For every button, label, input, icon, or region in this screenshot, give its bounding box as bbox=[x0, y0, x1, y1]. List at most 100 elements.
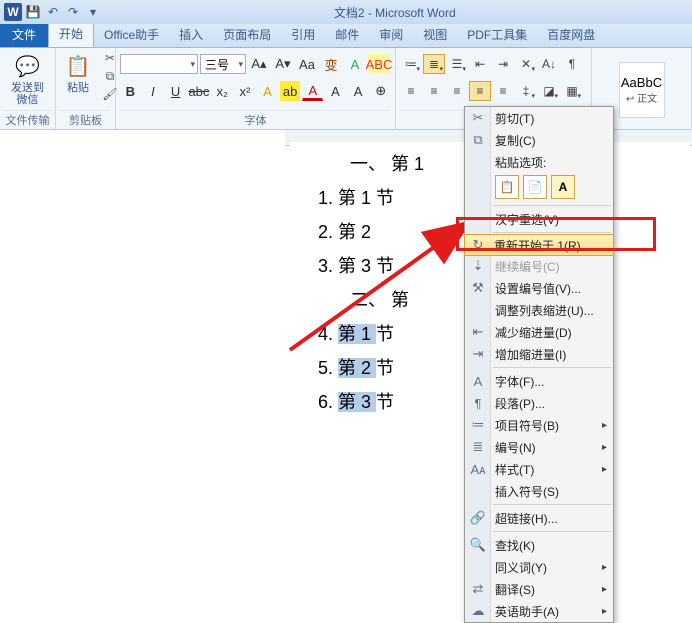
english-icon: ☁ bbox=[468, 603, 488, 619]
phonetic-icon[interactable]: 变 bbox=[320, 54, 342, 74]
ctx-cut[interactable]: ✂剪切(T) bbox=[465, 107, 613, 129]
ctx-translate[interactable]: ⇄翻译(S)▸ bbox=[465, 578, 613, 600]
decrease-indent-icon[interactable]: ⇤ bbox=[469, 54, 491, 74]
align-center-icon[interactable]: ≡ bbox=[423, 81, 445, 101]
text-highlight-icon[interactable]: ab bbox=[280, 81, 301, 101]
tab-baidu[interactable]: 百度网盘 bbox=[537, 22, 605, 47]
paste-keep-source-icon[interactable]: 📋 bbox=[495, 175, 519, 199]
styles-icon: Aᴀ bbox=[468, 462, 488, 477]
ctx-copy[interactable]: ⧉复制(C) bbox=[465, 129, 613, 151]
tab-file[interactable]: 文件 bbox=[0, 22, 48, 47]
ctx-english-helper[interactable]: ☁英语助手(A)▸ bbox=[465, 600, 613, 622]
underline-button[interactable]: U bbox=[165, 81, 186, 101]
tab-layout[interactable]: 页面布局 bbox=[213, 22, 281, 47]
increase-indent-icon[interactable]: ⇥ bbox=[492, 54, 514, 74]
group-wechat: 💬 发送到微信 文件传输 bbox=[0, 48, 56, 129]
numbering-icon[interactable]: ≣ bbox=[423, 54, 445, 74]
grow-font-icon[interactable]: A▴ bbox=[248, 54, 270, 74]
char-shading-icon[interactable]: A bbox=[325, 81, 346, 101]
group-clipboard-caption: 剪贴板 bbox=[60, 110, 111, 129]
highlight-icon[interactable]: ABC bbox=[368, 54, 390, 74]
borders-icon[interactable]: ▦ bbox=[561, 81, 583, 101]
save-icon[interactable]: 💾 bbox=[24, 3, 42, 21]
tab-references[interactable]: 引用 bbox=[281, 22, 325, 47]
paste-button[interactable]: 📋 粘贴 bbox=[60, 50, 96, 96]
strike-button[interactable]: abc bbox=[188, 81, 210, 101]
ctx-symbol[interactable]: 插入符号(S) bbox=[465, 480, 613, 502]
bullets-icon: ≔ bbox=[468, 417, 488, 433]
ctx-hanzi[interactable]: 汉字重选(V) bbox=[465, 208, 613, 230]
scissors-icon: ✂ bbox=[468, 110, 488, 126]
text-effects-icon[interactable]: A bbox=[257, 81, 278, 101]
ctx-numbering[interactable]: ≣编号(N)▸ bbox=[465, 436, 613, 458]
numbering-icon: ≣ bbox=[468, 439, 488, 455]
quick-access-toolbar: W 💾 ↶ ↷ ▾ bbox=[4, 3, 102, 21]
font-name-select[interactable] bbox=[120, 54, 198, 74]
ctx-restart-at-1[interactable]: ↻重新开始于 1(R) bbox=[464, 234, 614, 256]
sort-icon[interactable]: A↓ bbox=[538, 54, 560, 74]
italic-button[interactable]: I bbox=[143, 81, 164, 101]
group-wechat-caption: 文件传输 bbox=[4, 110, 51, 129]
ctx-bullets[interactable]: ≔项目符号(B)▸ bbox=[465, 414, 613, 436]
style-item-normal[interactable]: AaBbC ↩ 正文 bbox=[619, 62, 665, 118]
tab-mailings[interactable]: 邮件 bbox=[325, 22, 369, 47]
shading-icon[interactable]: ◪ bbox=[538, 81, 560, 101]
word-icon[interactable]: W bbox=[4, 3, 22, 21]
group-font-caption: 字体 bbox=[120, 110, 391, 129]
align-left-icon[interactable]: ≡ bbox=[400, 81, 422, 101]
continue-num-icon: ⇣ bbox=[468, 258, 488, 274]
align-right-icon[interactable]: ≡ bbox=[446, 81, 468, 101]
bold-button[interactable]: B bbox=[120, 81, 141, 101]
ctx-decrease-indent[interactable]: ⇤减少缩进量(D) bbox=[465, 321, 613, 343]
paste-text-only-icon[interactable]: A bbox=[551, 175, 575, 199]
inc-indent-icon: ⇥ bbox=[468, 346, 488, 362]
para-dialog-icon: ¶ bbox=[468, 396, 488, 411]
font-dialog-icon: A bbox=[468, 374, 488, 389]
ctx-find[interactable]: 🔍查找(K) bbox=[465, 534, 613, 556]
clear-format-icon[interactable]: ⊕ bbox=[370, 81, 391, 101]
superscript-button[interactable]: x² bbox=[235, 81, 256, 101]
copy-icon: ⧉ bbox=[468, 132, 488, 148]
ctx-continue-numbering[interactable]: ⇣继续编号(C) bbox=[465, 255, 613, 277]
undo-icon[interactable]: ↶ bbox=[44, 3, 62, 21]
title-bar: W 💾 ↶ ↷ ▾ 文档2 - Microsoft Word bbox=[0, 0, 692, 24]
asian-layout-icon[interactable]: ✕ bbox=[515, 54, 537, 74]
tab-pdf[interactable]: PDF工具集 bbox=[457, 22, 537, 47]
justify-icon[interactable]: ≡ bbox=[469, 81, 491, 101]
show-marks-icon[interactable]: ¶ bbox=[561, 54, 583, 74]
search-icon: 🔍 bbox=[468, 537, 488, 553]
redo-icon[interactable]: ↷ bbox=[64, 3, 82, 21]
ctx-set-number-value[interactable]: ⚒设置编号值(V)... bbox=[465, 277, 613, 299]
tab-review[interactable]: 审阅 bbox=[369, 22, 413, 47]
qat-dropdown-icon[interactable]: ▾ bbox=[84, 3, 102, 21]
send-to-wechat-button[interactable]: 💬 发送到微信 bbox=[4, 50, 51, 108]
ctx-synonym[interactable]: 同义词(Y)▸ bbox=[465, 556, 613, 578]
group-clipboard: 📋 粘贴 ✂ ⧉ 🖌 剪贴板 bbox=[56, 48, 116, 129]
ctx-hyperlink[interactable]: 🔗超链接(H)... bbox=[465, 507, 613, 529]
ctx-styles[interactable]: Aᴀ样式(T)▸ bbox=[465, 458, 613, 480]
bullets-icon[interactable]: ≔ bbox=[400, 54, 422, 74]
distribute-icon[interactable]: ≡ bbox=[492, 81, 514, 101]
ctx-font[interactable]: A字体(F)... bbox=[465, 370, 613, 392]
dec-indent-icon: ⇤ bbox=[468, 324, 488, 340]
set-num-icon: ⚒ bbox=[468, 280, 488, 296]
ctx-adjust-indent[interactable]: 调整列表缩进(U)... bbox=[465, 299, 613, 321]
context-menu: ✂剪切(T) ⧉复制(C) 粘贴选项: 📋 📄 A 汉字重选(V) ↻重新开始于… bbox=[464, 106, 614, 623]
subscript-button[interactable]: x₂ bbox=[212, 81, 233, 101]
change-case-icon[interactable]: Aa bbox=[296, 54, 318, 74]
ribbon-tabs: 文件 开始 Office助手 插入 页面布局 引用 邮件 审阅 视图 PDF工具… bbox=[0, 24, 692, 48]
line-spacing-icon[interactable]: ‡ bbox=[515, 81, 537, 101]
font-color-icon[interactable]: A bbox=[302, 81, 323, 101]
tab-office-helper[interactable]: Office助手 bbox=[94, 22, 169, 47]
font-size-select[interactable]: 三号 bbox=[200, 54, 246, 74]
char-border-icon[interactable]: A bbox=[344, 54, 366, 74]
enclose-char-icon[interactable]: A bbox=[348, 81, 369, 101]
ctx-paragraph[interactable]: ¶段落(P)... bbox=[465, 392, 613, 414]
multilevel-icon[interactable]: ☰ bbox=[446, 54, 468, 74]
paste-merge-icon[interactable]: 📄 bbox=[523, 175, 547, 199]
ctx-increase-indent[interactable]: ⇥增加缩进量(I) bbox=[465, 343, 613, 365]
tab-view[interactable]: 视图 bbox=[413, 22, 457, 47]
tab-insert[interactable]: 插入 bbox=[169, 22, 213, 47]
shrink-font-icon[interactable]: A▾ bbox=[272, 54, 294, 74]
tab-home[interactable]: 开始 bbox=[48, 20, 94, 47]
